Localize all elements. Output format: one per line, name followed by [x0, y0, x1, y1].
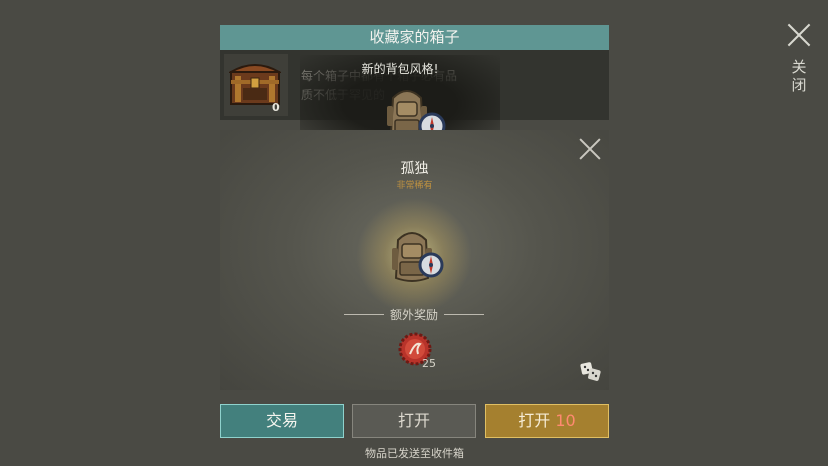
open-10-label: 打开	[518, 411, 551, 430]
bonus-count: 25	[422, 357, 436, 370]
treasure-chest-icon	[229, 64, 281, 105]
open-10-button[interactable]: 打开 10	[485, 404, 609, 438]
close-icon[interactable]	[786, 22, 812, 48]
reward-name: 孤独	[400, 161, 429, 177]
open-button[interactable]: 打开	[352, 404, 476, 438]
chest-count: 0	[272, 101, 280, 114]
divider	[444, 314, 484, 315]
trade-button[interactable]: 交易	[220, 404, 344, 438]
box-title: 收藏家的箱子	[220, 25, 609, 50]
compass-icon	[418, 252, 444, 278]
dice-icon[interactable]	[580, 360, 602, 382]
new-style-banner: 新的背包风格!	[361, 62, 439, 76]
open-10-count: 10	[555, 411, 576, 430]
close-label[interactable]: 关闭	[789, 58, 809, 94]
status-message: 物品已发送至收件箱	[365, 447, 464, 460]
divider	[344, 314, 384, 315]
reward-rarity: 非常稀有	[396, 181, 433, 191]
bonus-label: 额外奖励	[389, 308, 438, 322]
